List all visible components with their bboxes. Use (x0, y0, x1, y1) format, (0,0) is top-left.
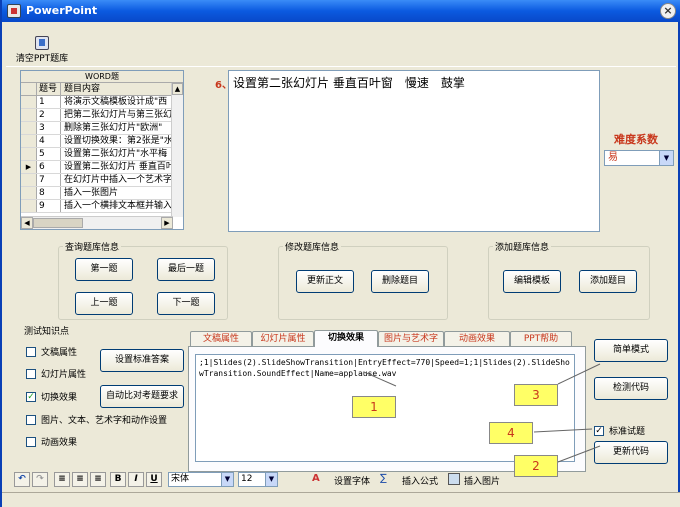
align-left-icon[interactable]: ≡ (54, 472, 70, 487)
font-name-value: 宋体 (171, 474, 190, 484)
formula-icon: ∑ (380, 473, 387, 484)
underline-button[interactable]: U (146, 472, 162, 487)
status-bar (2, 492, 680, 507)
font-icon: A (312, 473, 320, 484)
chevron-down-icon[interactable]: ▼ (265, 473, 277, 486)
redo-icon[interactable]: ↷ (32, 472, 48, 487)
set-font-link[interactable]: 设置字体 (334, 474, 370, 487)
align-right-icon[interactable]: ≡ (90, 472, 106, 487)
insert-formula-link[interactable]: 插入公式 (402, 474, 438, 487)
callout-3: 3 (514, 384, 558, 406)
callout-2-pointer (557, 445, 601, 463)
insert-image-link[interactable]: 插入图片 (464, 474, 500, 487)
callout-4: 4 (489, 422, 533, 444)
callout-1-pointer (363, 371, 397, 387)
font-size-select[interactable]: 12 ▼ (238, 472, 278, 487)
undo-icon[interactable]: ↶ (14, 472, 30, 487)
main-window: PowerPoint × 清空PPT题库 WORD题 题号 题目内容 1 将演示… (0, 0, 680, 507)
callout-pointers (363, 363, 601, 463)
font-size-value: 12 (241, 474, 253, 484)
bold-button[interactable]: B (110, 472, 126, 487)
callout-3-pointer (557, 363, 601, 385)
callout-4-pointer (533, 428, 593, 433)
align-center-icon[interactable]: ≡ (72, 472, 88, 487)
image-icon (448, 473, 460, 485)
chevron-down-icon[interactable]: ▼ (221, 473, 233, 486)
format-toolbar: ↶ ↷ ≡ ≡ ≡ B I U 宋体 ▼ 12 ▼ A 设置字体 ∑ 插入公式 … (6, 470, 676, 490)
italic-button[interactable]: I (128, 472, 144, 487)
callout-1: 1 (352, 396, 396, 418)
font-name-select[interactable]: 宋体 ▼ (168, 472, 234, 487)
